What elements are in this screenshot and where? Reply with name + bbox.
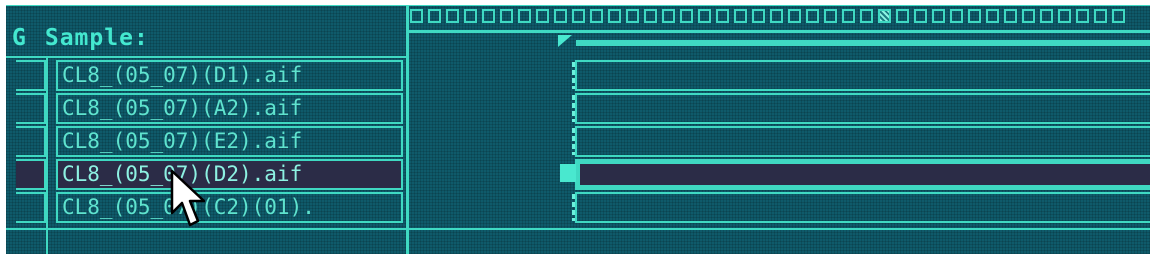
ruler-tick[interactable] <box>806 9 819 23</box>
ruler-tick[interactable] <box>500 9 513 23</box>
ruler-tick[interactable] <box>878 9 891 23</box>
ruler-tick[interactable] <box>770 9 783 23</box>
ruler-tick[interactable] <box>824 9 837 23</box>
ruler-tick[interactable] <box>1004 9 1017 23</box>
sample-waveform-lane[interactable] <box>575 60 1150 91</box>
ruler-tick[interactable] <box>482 9 495 23</box>
ruler-tick[interactable] <box>662 9 675 23</box>
row-indicator[interactable] <box>16 60 46 91</box>
sample-waveform-lane[interactable] <box>575 192 1150 223</box>
sample-header: G Sample: <box>12 24 149 52</box>
ruler-tick[interactable] <box>464 9 477 23</box>
ruler-tick[interactable] <box>410 9 423 23</box>
sample-label: Sample: <box>44 25 149 51</box>
sample-waveform-lane[interactable] <box>575 126 1150 157</box>
ruler-baseline <box>406 30 1150 33</box>
ruler-tick[interactable] <box>536 9 549 23</box>
sample-list-divider <box>406 6 409 254</box>
left-column-divider <box>46 56 48 254</box>
sample-waveform-lane[interactable] <box>575 93 1150 124</box>
waveform-top-line <box>576 40 1150 46</box>
ruler-tick[interactable] <box>428 9 441 23</box>
ruler-tick[interactable] <box>950 9 963 23</box>
ruler-tick[interactable] <box>518 9 531 23</box>
ruler-tick[interactable] <box>554 9 567 23</box>
ruler-tick[interactable] <box>1112 9 1125 23</box>
start-offset-dashed-line <box>572 62 575 89</box>
ruler-tick[interactable] <box>1076 9 1089 23</box>
arrow-cursor-icon <box>170 169 206 227</box>
ruler-tick[interactable] <box>788 9 801 23</box>
ruler-tick[interactable] <box>680 9 693 23</box>
ruler-tick[interactable] <box>608 9 621 23</box>
ruler-tick[interactable] <box>446 9 459 23</box>
start-offset-dashed-line <box>572 194 575 221</box>
ruler-tick[interactable] <box>932 9 945 23</box>
row-indicator[interactable] <box>16 93 46 124</box>
ruler-tick[interactable] <box>896 9 909 23</box>
sample-waveform-lane[interactable] <box>575 159 1150 190</box>
sample-row[interactable]: CL8_(05_07)(D1).aif <box>56 60 403 91</box>
start-offset-dashed-line <box>572 128 575 155</box>
ruler-tick[interactable] <box>716 9 729 23</box>
sample-row[interactable]: CL8_(05_07)(C2)(01). <box>56 192 403 223</box>
ruler-tick[interactable] <box>572 9 585 23</box>
ruler-tick[interactable] <box>734 9 747 23</box>
ruler-tick[interactable] <box>590 9 603 23</box>
ruler-tick[interactable] <box>968 9 981 23</box>
ruler-tick[interactable] <box>1058 9 1071 23</box>
sample-row[interactable]: CL8_(05_07)(D2).aif <box>56 159 403 190</box>
row-indicator[interactable] <box>16 126 46 157</box>
ruler-tick[interactable] <box>914 9 927 23</box>
header-divider <box>6 56 406 58</box>
row-indicator[interactable] <box>16 159 46 190</box>
ruler-tick[interactable] <box>842 9 855 23</box>
ruler-tick[interactable] <box>1094 9 1107 23</box>
start-marker-icon[interactable] <box>558 35 572 47</box>
ruler-tick[interactable] <box>752 9 765 23</box>
start-offset-dashed-line <box>572 95 575 122</box>
group-letter: G <box>12 25 27 51</box>
ruler-tick[interactable] <box>1040 9 1053 23</box>
ruler-tick[interactable] <box>1022 9 1035 23</box>
ruler-tick[interactable] <box>698 9 711 23</box>
sample-row[interactable]: CL8_(05_07)(A2).aif <box>56 93 403 124</box>
ruler-tick[interactable] <box>644 9 657 23</box>
ruler-tick[interactable] <box>860 9 873 23</box>
ruler-tick[interactable] <box>986 9 999 23</box>
ruler-tick[interactable] <box>626 9 639 23</box>
selected-region-handle[interactable] <box>560 164 576 182</box>
row-indicator[interactable] <box>16 192 46 223</box>
sample-row[interactable]: CL8_(05_07)(E2).aif <box>56 126 403 157</box>
